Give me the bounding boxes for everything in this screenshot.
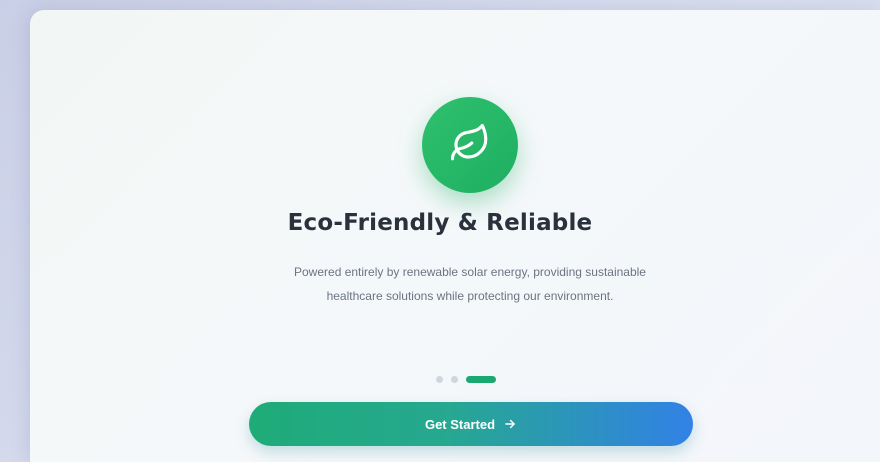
leaf-icon: [449, 122, 491, 168]
pagination-dot-1[interactable]: [436, 376, 443, 383]
pagination-dots: [436, 376, 496, 383]
leaf-badge: [422, 97, 518, 193]
arrow-right-icon: [503, 417, 517, 431]
icon-container: [405, 80, 535, 210]
page-title: Eco-Friendly & Reliable: [287, 210, 593, 236]
get-started-label: Get Started: [424, 416, 496, 432]
pagination-dot-3-active[interactable]: [466, 376, 496, 383]
pagination-dot-2[interactable]: [451, 376, 458, 383]
get-started-button[interactable]: Get Started: [249, 402, 693, 446]
onboarding-card: Eco-Friendly & Reliable Powered entirely…: [30, 10, 880, 462]
description-text: Powered entirely by renewable solar ener…: [294, 265, 646, 303]
